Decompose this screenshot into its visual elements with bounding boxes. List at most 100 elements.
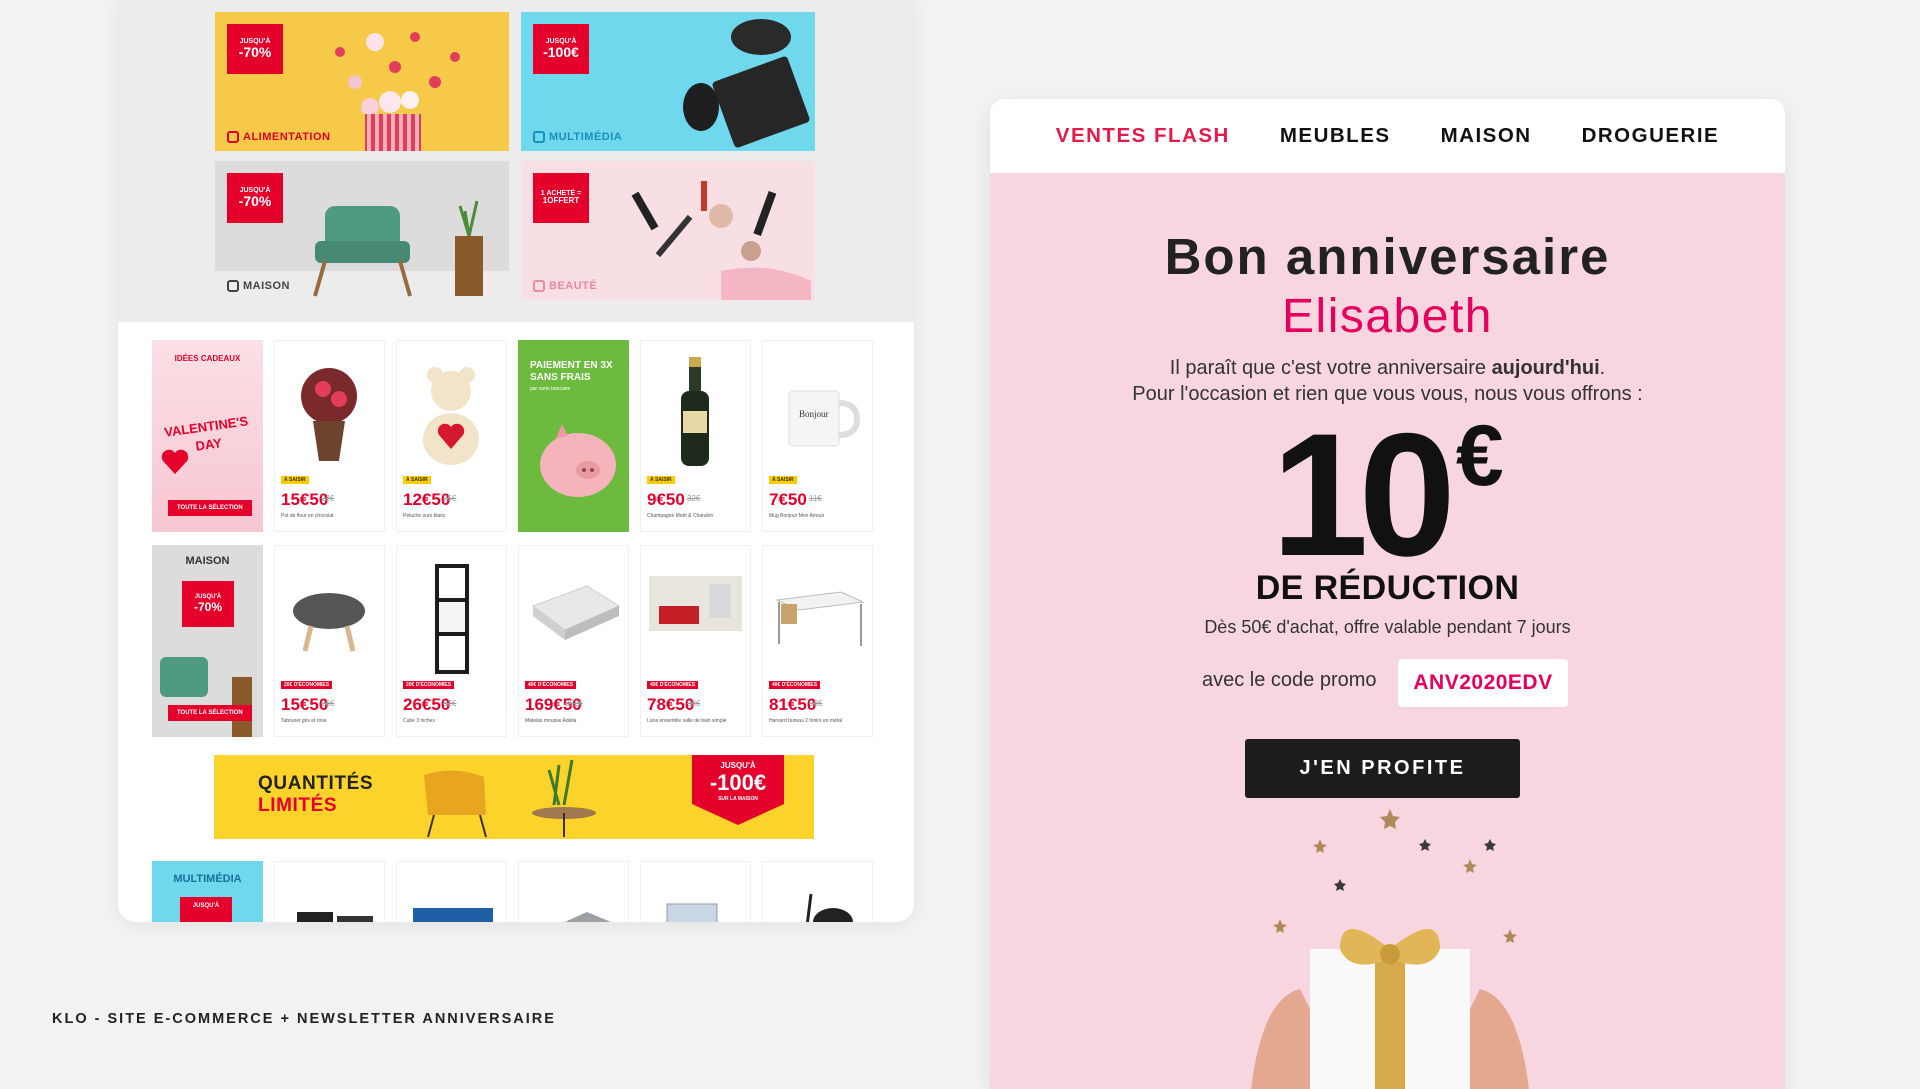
- product-card[interactable]: [762, 861, 873, 922]
- furniture-illustration: [424, 759, 596, 838]
- status-tag: 20€ D'ÉCONOMIES: [281, 681, 333, 689]
- category-label: MAISON: [227, 280, 290, 292]
- tile-maison[interactable]: JUSQU'À -70% MAISON: [215, 161, 509, 300]
- discount-badge: JUSQU'À: [180, 897, 232, 922]
- limited-quantities-banner[interactable]: QUANTITÉS LIMITÉS JUSQU'À -100€ SUR LA M…: [214, 755, 814, 839]
- email-nav: VENTES FLASH MEUBLES MAISON DROGUERIE: [990, 99, 1785, 173]
- product-name: Cube 3 niches: [403, 718, 435, 724]
- see-selection-button[interactable]: TOUTE LA SÉLECTION: [168, 705, 252, 721]
- promo-title: MULTIMÉDIA: [173, 873, 242, 885]
- product-row-gifts: IDÉES CADEAUX VALENTINE'S DAY TOUTE LA S…: [152, 340, 882, 532]
- tablet-image: [666, 903, 718, 922]
- recipient-name: Elisabeth: [1282, 290, 1493, 343]
- cta-button[interactable]: J'EN PROFITE: [1245, 739, 1520, 798]
- discount-badge: 1 ACHETÉ = 1OFFERT: [533, 173, 589, 223]
- discount-badge: JUSQU'À -100€ SUR LA MAISON: [692, 755, 784, 825]
- bathroom-furniture-image: [649, 576, 742, 631]
- status-tag: 40€ D'ÉCONOMIES: [525, 681, 577, 689]
- champagne-bottle-image: [681, 357, 709, 466]
- old-price: 26€: [321, 699, 335, 708]
- product-card[interactable]: Bonjour À SAISIR 7€50 11€ Mug Bonjour Mo…: [762, 340, 873, 532]
- old-price: 25€: [443, 494, 457, 503]
- project-caption: KLO - SITE E-COMMERCE + NEWSLETTER ANNIV…: [52, 1011, 556, 1027]
- product-card[interactable]: [274, 861, 385, 922]
- product-card[interactable]: 40€ D'ÉCONOMIES 169€50 352€ Matelas mous…: [518, 545, 629, 737]
- svg-text:Bonjour: Bonjour: [799, 409, 829, 419]
- tile-alimentation[interactable]: JUSQU'À -70% ALIMENTATION: [215, 12, 509, 151]
- brand-logo-icon: [533, 280, 545, 292]
- teddy-bear-image: [423, 367, 479, 465]
- tile-beaute[interactable]: 1 ACHETÉ = 1OFFERT BEAUTÉ: [521, 161, 815, 300]
- category-label: ALIMENTATION: [227, 131, 330, 143]
- status-tag: À SAISIR: [281, 476, 309, 484]
- old-price: 98€: [687, 699, 701, 708]
- tile-multimedia[interactable]: JUSQU'À -100€ MULTIMÉDIA: [521, 12, 815, 151]
- see-selection-button[interactable]: TOUTE LA SÉLECTION: [168, 500, 252, 516]
- status-tag: À SAISIR: [647, 476, 675, 484]
- status-tag: 40€ D'ÉCONOMIES: [769, 681, 821, 689]
- category-label: MULTIMÉDIA: [533, 131, 622, 143]
- product-name: Luna ensemble salle de bain simple: [647, 718, 727, 724]
- brand-logo-icon: [533, 131, 545, 143]
- old-price: 22€: [321, 494, 335, 503]
- old-price: 32€: [443, 699, 457, 708]
- product-card[interactable]: [640, 861, 751, 922]
- product-name: Harvard bureau 2 tiroirs en métal: [769, 718, 843, 724]
- promo-payment[interactable]: PAIEMENT EN 3X SANS FRAIS par carte banc…: [518, 340, 629, 532]
- old-price: 11€: [809, 494, 822, 503]
- nav-maison[interactable]: MAISON: [1416, 124, 1557, 148]
- product-card[interactable]: 40€ D'ÉCONOMIES 81€50 98€ Harvard bureau…: [762, 545, 873, 737]
- product-card[interactable]: [518, 861, 629, 922]
- television-image: [413, 908, 493, 922]
- mug-image: Bonjour: [788, 390, 861, 447]
- promo-title: PAIEMENT EN 3X SANS FRAIS: [530, 360, 613, 383]
- stool-image: [293, 593, 365, 652]
- nav-ventes-flash[interactable]: VENTES FLASH: [1031, 124, 1255, 148]
- discount-badge: JUSQU'À -70%: [227, 24, 283, 74]
- status-tag: À SAISIR: [403, 476, 431, 484]
- greeting-title: Bon anniversaire: [1164, 228, 1611, 285]
- discount-amount: 10 €: [1271, 398, 1504, 593]
- product-name: Matelas mousse Adelia: [525, 718, 577, 724]
- promo-valentines[interactable]: IDÉES CADEAUX VALENTINE'S DAY TOUTE LA S…: [152, 340, 263, 532]
- product-card[interactable]: [396, 861, 507, 922]
- promo-title: MAISON: [185, 555, 230, 567]
- promo-code[interactable]: ANV2020EDV: [1398, 659, 1568, 707]
- product-card[interactable]: À SAISIR 9€50 32€ Champagne Moët & Chand…: [640, 340, 751, 532]
- offer-conditions: Dès 50€ d'achat, offre valable pendant 7…: [1204, 617, 1571, 637]
- product-card[interactable]: 20€ D'ÉCONOMIES 15€50 26€ Tabouret gris …: [274, 545, 385, 737]
- brand-logo-icon: [227, 131, 239, 143]
- old-price: 352€: [565, 699, 583, 708]
- discount-badge: JUSQU'À -70%: [227, 173, 283, 223]
- nav-meubles[interactable]: MEUBLES: [1255, 124, 1416, 148]
- category-tiles-area: JUSQU'À -70% ALIMENTATION JUSQU'À -100€ …: [118, 0, 914, 322]
- armchair-illustration: [160, 657, 252, 737]
- product-name: Peluche ours blanc: [403, 513, 446, 519]
- product-card[interactable]: À SAISIR 12€50 25€ Peluche ours blanc: [396, 340, 507, 532]
- chocolate-flower-pot-image: [301, 368, 357, 461]
- mattress-image: [531, 585, 620, 640]
- discount-label: DE RÉDUCTION: [1255, 569, 1520, 607]
- gift-box-illustration: [1251, 809, 1529, 1089]
- nav-droguerie[interactable]: DROGUERIE: [1557, 124, 1745, 148]
- product-card[interactable]: À SAISIR 15€50 22€ Pot de fleur en choco…: [274, 340, 385, 532]
- birthday-newsletter: VENTES FLASH MEUBLES MAISON DROGUERIE Bo…: [990, 99, 1785, 1089]
- cube-shelf-image: [435, 564, 469, 674]
- old-price: 32€: [687, 494, 701, 503]
- ecommerce-site-preview: JUSQU'À -70% ALIMENTATION JUSQU'À -100€ …: [118, 0, 914, 922]
- banner-line2: LIMITÉS: [258, 795, 338, 816]
- product-card[interactable]: 40€ D'ÉCONOMIES 78€50 98€ Luna ensemble …: [640, 545, 751, 737]
- tv-box-image: [297, 912, 373, 922]
- promo-maison[interactable]: MAISON JUSQU'À -70% TOUTE LA SÉLECTION: [152, 545, 263, 737]
- promo-multimedia[interactable]: MULTIMÉDIA JUSQU'À: [152, 861, 263, 922]
- product-card[interactable]: 20€ D'ÉCONOMIES 26€50 32€ Cube 3 niches: [396, 545, 507, 737]
- product-name: Pot de fleur en chocolat: [281, 513, 334, 519]
- price: 9€50: [647, 490, 685, 509]
- piggy-bank-icon: [540, 424, 616, 497]
- promo-subtitle: par carte bancaire: [530, 386, 571, 392]
- product-name: Mug Bonjour Mon Amour: [769, 513, 825, 519]
- heart-icon: [161, 449, 189, 474]
- status-tag: 20€ D'ÉCONOMIES: [403, 681, 455, 689]
- banner-line1: QUANTITÉS: [258, 773, 374, 794]
- desk-image: [775, 591, 864, 646]
